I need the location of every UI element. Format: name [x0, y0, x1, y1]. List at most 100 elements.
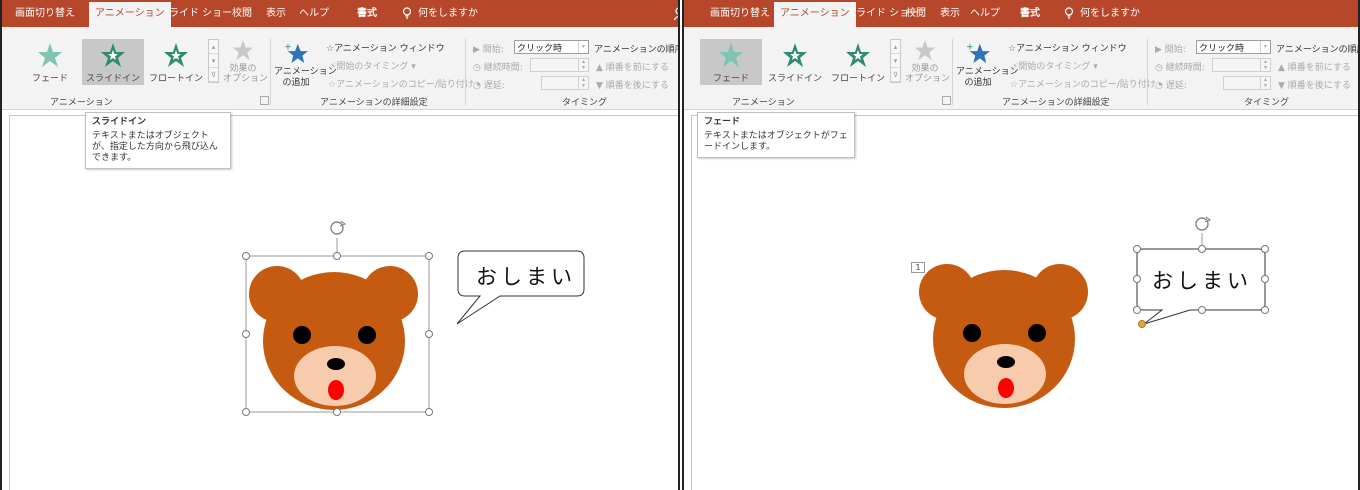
tab-view[interactable]: 表示 — [934, 2, 966, 27]
tooltip-description: テキストまたはオブジェクトが、指定した方向から飛び込んできます。 — [92, 131, 218, 163]
painter-icon: ☆ — [328, 80, 337, 90]
tell-me-search[interactable]: 何をしますか — [402, 2, 478, 27]
add-animation-button[interactable]: + アニメーション の追加 — [274, 41, 337, 89]
gallery-scroll[interactable]: ▴ ▾ ⊽ — [890, 39, 901, 83]
duration-label: ◷ 継続時間: — [473, 63, 523, 73]
slide-canvas[interactable]: おしまい — [9, 115, 678, 490]
effect-fade-label: フェード — [31, 74, 68, 84]
right-screenshot: 画面切り替え アニメーション スライド ショー 校閲 表示 ヘルプ 書式 何をし… — [682, 0, 1360, 490]
tab-view[interactable]: 表示 — [260, 2, 292, 27]
animation-pane-label: アニメーション ウィンドウ — [334, 44, 445, 54]
trigger-button[interactable]: ⚡開始のタイミング ▾ — [1012, 59, 1098, 72]
rotate-handle-icon[interactable] — [1195, 216, 1212, 231]
duration-label: ◷ 継続時間: — [1155, 63, 1205, 73]
tab-transitions[interactable]: 画面切り替え — [9, 2, 81, 27]
star-slidein-icon — [783, 43, 807, 67]
dialog-launcher-icon[interactable] — [260, 96, 269, 105]
effect-options-button[interactable]: 効果の オプション — [223, 39, 268, 84]
tab-help[interactable]: ヘルプ — [293, 2, 335, 27]
delay-label-text: 遅延: — [483, 81, 505, 91]
group-timing-label: タイミング — [562, 98, 608, 108]
effect-options-button[interactable]: 効果の オプション — [905, 39, 950, 84]
tab-transitions[interactable]: 画面切り替え — [704, 2, 776, 27]
ribbon-tab-bar: 画面切り替え アニメーション スライド ショー 校閲 表示 ヘルプ 書式 何をし… — [2, 0, 678, 27]
effect-slidein[interactable]: スライドイン — [764, 39, 826, 85]
group-animation-label: アニメーション — [50, 98, 113, 108]
tell-me-search[interactable]: 何をしますか — [1064, 2, 1140, 27]
animation-painter-button[interactable]: ☆アニメーションのコピー/貼り付け — [1010, 77, 1156, 90]
user-icon[interactable] — [674, 7, 680, 21]
effect-floatin[interactable]: フロートイン — [827, 39, 889, 85]
ribbon: フェード スライドイン フロートイン ▴ ▾ ⊽ 効果の オプション アニメーション… — [684, 27, 1358, 110]
move-later-button[interactable]: ▼ 順番を後にする — [596, 78, 669, 91]
move-earlier-label: 順番を前にする — [1287, 63, 1351, 73]
effect-floatin[interactable]: フロートイン — [145, 39, 207, 85]
tab-help[interactable]: ヘルプ — [964, 2, 1006, 27]
start-dropdown[interactable]: クリック時 ▾ — [514, 40, 589, 54]
dialog-launcher-icon[interactable] — [942, 96, 951, 105]
move-later-button[interactable]: ▼ 順番を後にする — [1278, 78, 1351, 91]
group-animation-label: アニメーション — [732, 98, 795, 108]
start-value: クリック時 — [517, 44, 563, 54]
gallery-more-icon[interactable]: ⊽ — [209, 68, 218, 82]
effect-slidein[interactable]: スライドイン — [82, 39, 144, 85]
scroll-up-icon[interactable]: ▴ — [209, 40, 218, 54]
reorder-title: アニメーションの順序変更 — [594, 45, 678, 55]
tooltip-description: テキストまたはオブジェクトがフェードインします。 — [704, 131, 848, 152]
delay-input[interactable]: ▴ ▾ — [541, 76, 589, 90]
tab-format[interactable]: 書式 — [1014, 2, 1046, 27]
tell-me-text: 何をしますか — [1080, 8, 1140, 19]
animation-painter-button[interactable]: ☆アニメーションのコピー/貼り付け — [328, 77, 474, 90]
duration-input[interactable]: ▴ ▾ — [530, 58, 589, 72]
duration-input[interactable]: ▴ ▾ — [1212, 58, 1271, 72]
tab-format[interactable]: 書式 — [351, 2, 383, 27]
effect-fade[interactable]: フェード — [700, 39, 762, 85]
svg-text:+: + — [966, 41, 974, 52]
animation-order-tag[interactable]: 1 — [911, 262, 925, 273]
chevron-down-icon: ▾ — [578, 41, 588, 53]
scroll-down-icon[interactable]: ▾ — [891, 54, 900, 68]
start-dropdown[interactable]: クリック時 ▾ — [1196, 40, 1271, 54]
painter-label: アニメーションのコピー/貼り付け — [336, 80, 474, 90]
effect-fade[interactable]: フェード — [19, 39, 81, 85]
animation-pane-label: アニメーション ウィンドウ — [1016, 44, 1127, 54]
animation-pane-button[interactable]: ☆アニメーション ウィンドウ — [326, 41, 445, 54]
slide-drawing — [242, 220, 585, 416]
add-animation-button[interactable]: + アニメーション の追加 — [956, 41, 1019, 89]
slide-drawing — [919, 216, 1269, 408]
effect-slidein-label: スライドイン — [767, 74, 822, 84]
scroll-down-icon[interactable]: ▾ — [209, 54, 218, 68]
gallery-more-icon[interactable]: ⊽ — [891, 68, 900, 82]
lightbulb-icon — [402, 7, 412, 19]
rotate-handle-icon[interactable] — [330, 220, 347, 235]
effect-floatin-label: フロートイン — [148, 74, 203, 84]
effect-slidein-label: スライドイン — [85, 74, 140, 84]
bubble-text: おしまい — [476, 265, 576, 289]
gallery-scroll[interactable]: ▴ ▾ ⊽ — [208, 39, 219, 83]
adjust-handle-icon[interactable] — [1138, 320, 1146, 328]
duration-label-text: 継続時間: — [1165, 63, 1205, 73]
slide-canvas[interactable]: 1 おしまい — [691, 115, 1358, 490]
group-advanced-label: アニメーションの詳細設定 — [1002, 98, 1110, 108]
animation-pane-button[interactable]: ☆アニメーション ウィンドウ — [1008, 41, 1127, 54]
move-earlier-button[interactable]: ▲ 順番を前にする — [1278, 60, 1351, 73]
star-options-icon — [232, 39, 254, 61]
scroll-up-icon[interactable]: ▴ — [891, 40, 900, 54]
separator — [465, 39, 466, 105]
tab-review[interactable]: 校閲 — [226, 2, 258, 27]
star-slidein-icon — [101, 43, 125, 67]
separator — [270, 39, 271, 105]
painter-label: アニメーションのコピー/貼り付け — [1018, 80, 1156, 90]
tab-review[interactable]: 校閲 — [900, 2, 932, 27]
reorder-title: アニメーションの順序変更 — [1276, 45, 1358, 55]
delay-input[interactable]: ▴ ▾ — [1223, 76, 1271, 90]
move-later-label: 順番を後にする — [605, 81, 669, 91]
trigger-label: 開始のタイミング — [1018, 62, 1091, 72]
star-floatin-icon — [164, 43, 188, 67]
trigger-button[interactable]: ⚡開始のタイミング ▾ — [330, 59, 416, 72]
bear-image[interactable] — [249, 266, 418, 410]
move-earlier-button[interactable]: ▲ 順番を前にする — [596, 60, 669, 73]
bear-image[interactable] — [919, 264, 1088, 408]
separator — [952, 39, 953, 105]
move-later-label: 順番を後にする — [1287, 81, 1351, 91]
